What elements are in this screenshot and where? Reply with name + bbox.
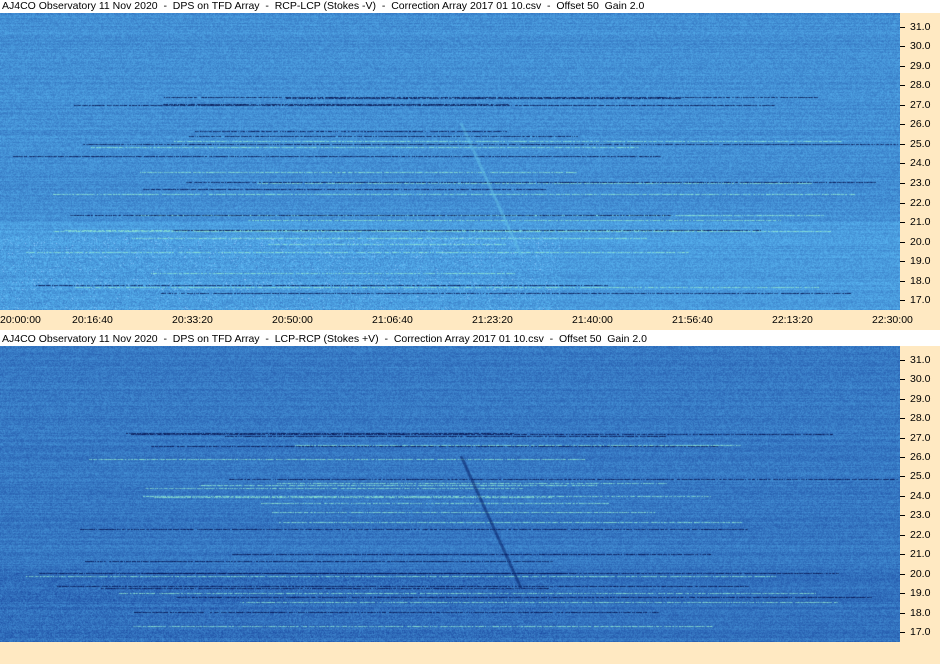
y-tick-label: 19.0 [899,255,931,268]
y-tick-label: 24.0 [899,157,931,170]
x-tick-label: 20:16:40 [72,314,113,326]
y-tick-label: 30.0 [899,373,931,386]
x-tick-label: 21:40:00 [572,314,613,326]
panel-1-canvas [0,13,900,310]
y-tick-label: 30.0 [899,40,931,53]
panel-1-spectrogram [0,13,900,310]
y-tick-label: 31.0 [899,20,931,33]
y-tick-label: 22.0 [899,528,931,541]
y-tick-label: 28.0 [899,412,931,425]
panel-2-spectrogram [0,346,900,642]
x-tick-label: 20:33:20 [172,314,213,326]
y-tick-label: 24.0 [899,489,931,502]
y-tick-label: 25.0 [899,470,931,483]
x-tick-label: 20:00:00 [0,314,41,326]
panel-2-canvas [0,346,900,642]
x-tick-label: 22:30:00 [872,314,913,326]
y-tick-label: 26.0 [899,118,931,131]
y-tick-label: 18.0 [899,606,931,619]
y-tick-label: 27.0 [899,431,931,444]
y-tick-label: 25.0 [899,137,931,150]
x-tick-label: 21:23:20 [472,314,513,326]
y-tick-label: 22.0 [899,196,931,209]
panel-1-title: AJ4CO Observatory 11 Nov 2020 - DPS on T… [2,0,645,12]
x-tick-label: 21:56:40 [672,314,713,326]
y-tick-label: 17.0 [899,626,931,639]
panel-2-x-axis [0,642,940,664]
y-tick-label: 20.0 [899,567,931,580]
x-tick-label: 22:13:20 [772,314,813,326]
y-tick-label: 21.0 [899,216,931,229]
y-tick-label: 27.0 [899,98,931,111]
panel-1-x-axis: 20:00:00 20:16:40 20:33:20 20:50:00 21:06:40… [0,310,940,330]
panel-1-y-axis: 31.0 30.0 29.0 28.0 27.0 26.0 25.0 24.0 23.0 22.0… [899,13,940,310]
x-tick-label: 21:06:40 [372,314,413,326]
y-tick-label: 23.0 [899,509,931,522]
y-tick-label: 31.0 [899,353,931,366]
y-tick-label: 23.0 [899,176,931,189]
panel-2-y-axis: 31.0 30.0 29.0 28.0 27.0 26.0 25.0 24.0 23.0 22.0… [899,346,940,642]
y-tick-label: 21.0 [899,548,931,561]
y-tick-label: 20.0 [899,235,931,248]
x-tick-label: 20:50:00 [272,314,313,326]
y-tick-label: 18.0 [899,274,931,287]
y-tick-label: 29.0 [899,59,931,72]
y-tick-label: 19.0 [899,587,931,600]
y-tick-label: 28.0 [899,79,931,92]
y-tick-label: 17.0 [899,294,931,307]
y-tick-label: 29.0 [899,392,931,405]
panel-2-title: AJ4CO Observatory 11 Nov 2020 - DPS on T… [2,333,647,345]
y-tick-label: 26.0 [899,451,931,463]
